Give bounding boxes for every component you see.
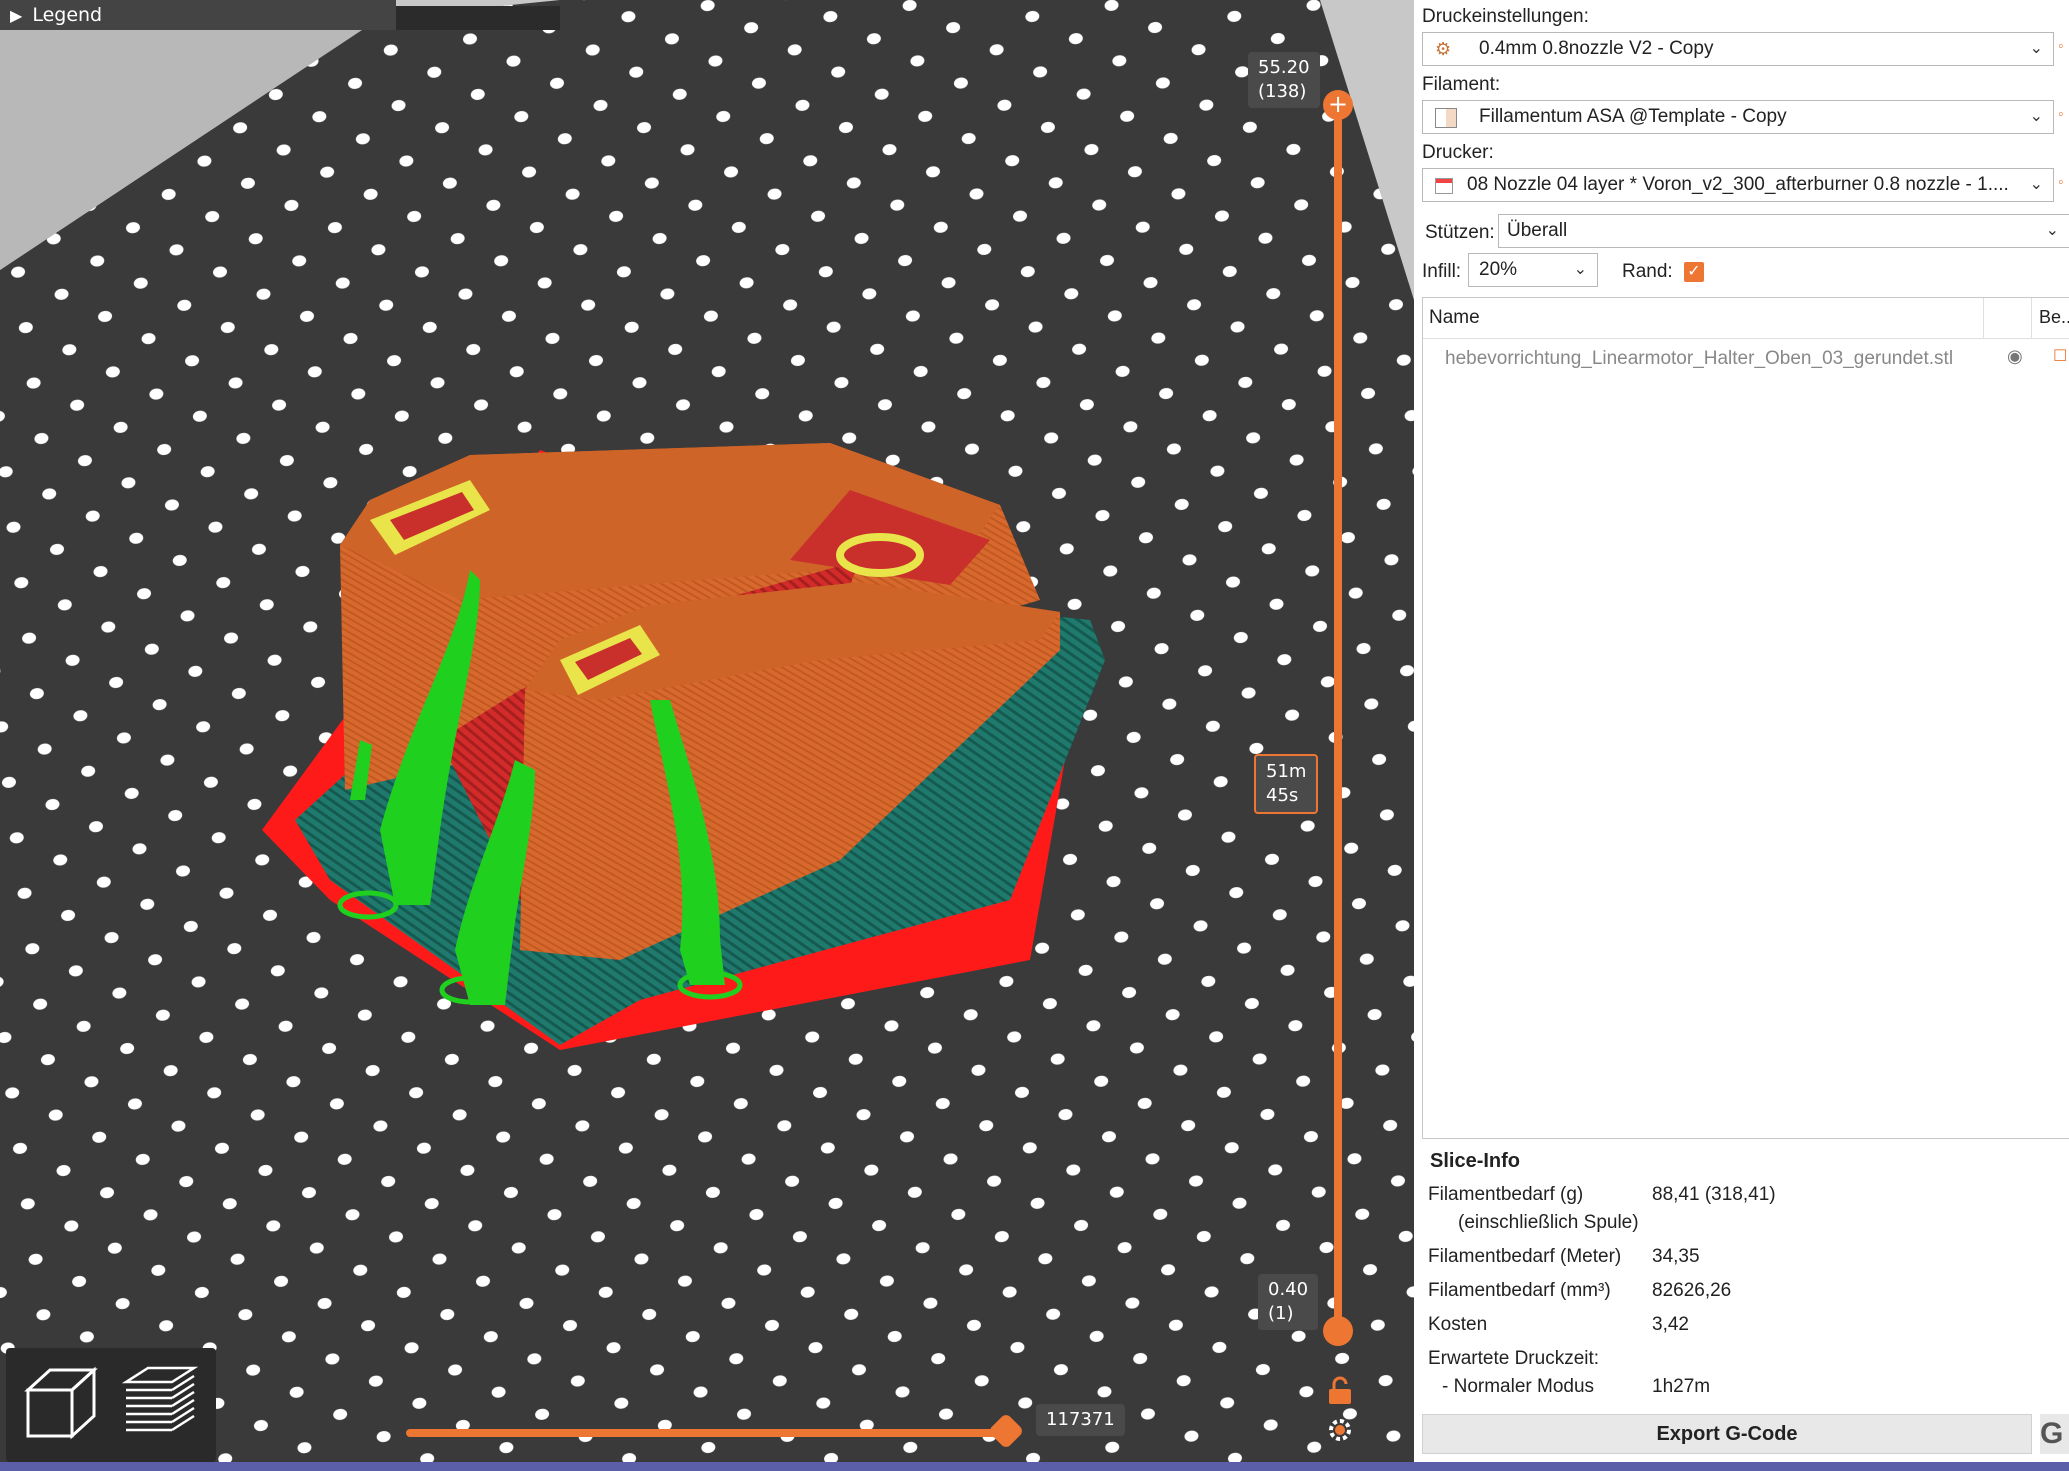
layer-slider-bottom-knob[interactable]	[1323, 1316, 1353, 1346]
move-value-tag: 117371	[1036, 1404, 1125, 1436]
3d-view-button[interactable]	[20, 1362, 100, 1442]
col-be[interactable]: Be..	[2039, 307, 2069, 328]
top-layer-tag: 55.20 (138)	[1248, 52, 1320, 108]
printer-icon	[1435, 178, 1453, 194]
si-value-6: 1h27m	[1652, 1376, 1711, 1397]
edit-settings-icon[interactable]: ☐	[2053, 346, 2067, 366]
legend-toggle[interactable]: ▶ Legend	[0, 0, 396, 30]
brim-label: Rand:	[1622, 261, 1673, 282]
si-value-4: 3,42	[1652, 1314, 1689, 1335]
bottom-layer-tag: 0.40 (1)	[1258, 1274, 1319, 1330]
settings-panel: Druckeinstellungen: ⚙ 0.4mm 0.8nozzle V2…	[1414, 0, 2069, 1462]
object-name: hebevorrichtung_Linearmotor_Halter_Oben_…	[1445, 348, 1954, 369]
si-label-3: Filamentbedarf (mm³)	[1428, 1280, 1611, 1301]
bed-notch	[396, 6, 560, 30]
printer-label: Drucker:	[1422, 142, 1494, 163]
si-label-1: (einschließlich Spule)	[1458, 1212, 1639, 1233]
print-bed-scene[interactable]	[0, 0, 1414, 1462]
filament-swatch-icon	[1435, 108, 1457, 128]
filament-value: Fillamentum ASA @Template - Copy	[1479, 106, 1787, 127]
supports-value: Überall	[1507, 220, 1568, 241]
export-gcode-button[interactable]: Export G-Code	[1422, 1414, 2032, 1454]
edit-printer-icon[interactable]: ◦	[2058, 174, 2069, 194]
chevron-down-icon: ⌄	[2045, 222, 2059, 239]
bottom-layer-height: 0.40	[1268, 1279, 1309, 1300]
time-minutes: 51m	[1266, 761, 1307, 782]
si-value-0: 88,41 (318,41)	[1652, 1184, 1776, 1205]
expand-triangle-icon: ▶	[10, 6, 23, 25]
time-seconds: 45s	[1266, 785, 1299, 806]
si-value-3: 82626,26	[1652, 1280, 1732, 1301]
print-settings-value: 0.4mm 0.8nozzle V2 - Copy	[1479, 38, 1714, 59]
settings-gear-icon[interactable]	[1326, 1416, 1358, 1448]
infill-value: 20%	[1479, 259, 1518, 280]
si-value-2: 34,35	[1652, 1246, 1700, 1267]
layer-slider-track[interactable]	[1334, 100, 1342, 1332]
lock-icon[interactable]	[1326, 1376, 1358, 1408]
edit-filament-icon[interactable]: ◦	[2058, 106, 2069, 126]
gear-icon: ⚙	[1435, 39, 1452, 59]
3d-viewport[interactable]: ▶ Legend 55.20 (138) + 51m 45s 0.40 (1) 1…	[0, 0, 1414, 1462]
si-label-6: - Normaler Modus	[1442, 1376, 1595, 1397]
top-layer-number: (138)	[1258, 81, 1307, 102]
top-layer-height: 55.20	[1258, 57, 1310, 78]
print-settings-combo[interactable]: ⚙ 0.4mm 0.8nozzle V2 - Copy ⌄	[1422, 32, 2054, 66]
preview-view-button[interactable]	[118, 1362, 199, 1442]
move-slider-track[interactable]	[406, 1429, 1010, 1437]
layers-icon	[121, 1366, 199, 1432]
eye-icon[interactable]: ◉	[2007, 346, 2023, 367]
list-item[interactable]: hebevorrichtung_Linearmotor_Halter_Oben_…	[1423, 342, 2069, 376]
slice-info-title: Slice-Info	[1430, 1150, 1521, 1172]
move-value: 117371	[1046, 1409, 1115, 1430]
layer-slider-top-knob[interactable]: +	[1323, 90, 1353, 120]
print-settings-label: Druckeinstellungen:	[1422, 6, 1589, 27]
col-divider	[2031, 298, 2032, 338]
si-label-0: Filamentbedarf (g)	[1428, 1184, 1584, 1205]
time-estimate-tag: 51m 45s	[1254, 754, 1319, 814]
view-mode-toolbar	[6, 1348, 216, 1462]
plus-icon: +	[1327, 90, 1349, 118]
printer-value: 08 Nozzle 04 layer * Voron_v2_300_afterb…	[1467, 174, 2009, 195]
supports-combo[interactable]: Überall ⌄	[1498, 214, 2069, 248]
col-divider	[1983, 298, 1984, 338]
printer-combo[interactable]: 08 Nozzle 04 layer * Voron_v2_300_afterb…	[1422, 168, 2054, 202]
send-gcode-button[interactable]: G	[2040, 1414, 2069, 1454]
filament-label: Filament:	[1422, 74, 1501, 95]
cube-icon	[24, 1366, 98, 1440]
object-list[interactable]: Name Be.. hebevorrichtung_Linearmotor_Ha…	[1422, 297, 2069, 1139]
brim-checkbox[interactable]: ✓	[1684, 262, 1704, 282]
chevron-down-icon: ⌄	[2029, 108, 2043, 125]
chevron-down-icon: ⌄	[2029, 40, 2043, 57]
si-label-5: Erwartete Druckzeit:	[1428, 1348, 1600, 1369]
supports-label: Stützen:	[1425, 222, 1495, 243]
bottom-layer-number: (1)	[1268, 1303, 1294, 1324]
object-list-header: Name Be..	[1423, 298, 2069, 339]
si-label-2: Filamentbedarf (Meter)	[1428, 1246, 1622, 1267]
col-name[interactable]: Name	[1429, 307, 1480, 329]
chevron-down-icon: ⌄	[1573, 261, 1587, 278]
edit-preset-icon[interactable]: ◦	[2058, 38, 2069, 58]
infill-combo[interactable]: 20% ⌄	[1468, 253, 1598, 287]
legend-label: Legend	[32, 4, 103, 26]
filament-combo[interactable]: Fillamentum ASA @Template - Copy ⌄	[1422, 100, 2054, 134]
si-label-4: Kosten	[1428, 1314, 1488, 1335]
chevron-down-icon: ⌄	[2029, 176, 2043, 193]
infill-label: Infill:	[1422, 261, 1462, 282]
